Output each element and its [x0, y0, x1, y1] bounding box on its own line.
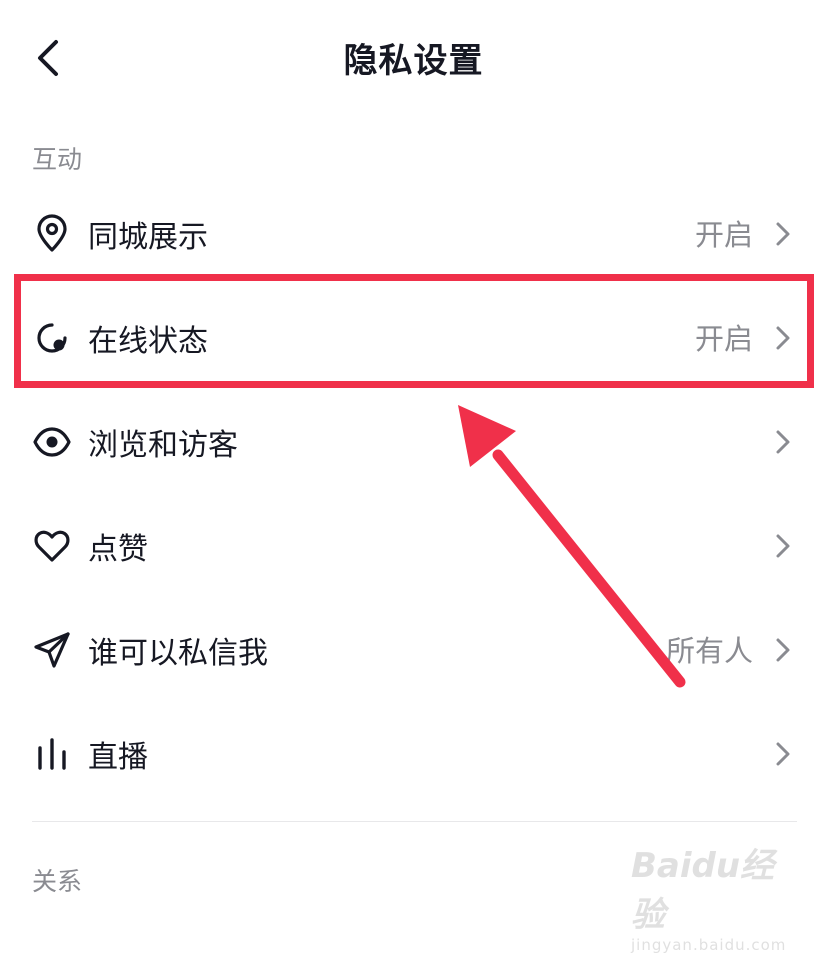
row-label: 直播 — [88, 740, 148, 775]
watermark-sub-text: jingyan.baidu.com — [631, 936, 787, 954]
row-live[interactable]: 直播 — [0, 702, 827, 806]
row-label: 浏览和访客 — [88, 428, 238, 463]
row-label: 谁可以私信我 — [88, 636, 268, 671]
chevron-right-icon — [773, 740, 793, 768]
row-value: 开启 — [694, 322, 753, 356]
eye-icon — [32, 422, 72, 462]
section-label-relations: 关系 — [32, 867, 83, 896]
baidu-watermark-logo: Baidu经验 jingyan.baidu.com — [631, 838, 785, 954]
row-likes[interactable]: 点赞 — [0, 494, 827, 598]
row-label: 点赞 — [88, 532, 148, 567]
location-pin-icon — [32, 214, 72, 254]
watermark-main-text: Baidu经验 — [631, 846, 775, 935]
heart-icon — [32, 526, 72, 566]
row-views-visitors[interactable]: 浏览和访客 — [0, 390, 827, 494]
paper-plane-icon — [32, 630, 72, 670]
row-online-status[interactable]: 在线状态 开启 — [0, 286, 827, 390]
chevron-right-icon — [773, 636, 793, 664]
chevron-right-icon — [773, 428, 793, 456]
section-label-interaction: 互动 — [32, 145, 83, 174]
page-title: 隐私设置 — [343, 41, 484, 81]
header: 隐私设置 — [0, 0, 827, 115]
row-label: 同城展示 — [88, 220, 208, 255]
chevron-right-icon — [773, 220, 793, 248]
chevron-right-icon — [773, 532, 793, 560]
row-value: 开启 — [694, 218, 753, 252]
live-bars-icon — [32, 734, 72, 774]
online-status-icon — [32, 318, 72, 358]
chevron-right-icon — [773, 324, 793, 352]
row-label: 在线状态 — [88, 324, 208, 359]
row-who-can-message[interactable]: 谁可以私信我 所有人 — [0, 598, 827, 702]
section-divider — [32, 821, 797, 822]
row-local-display[interactable]: 同城展示 开启 — [0, 182, 827, 286]
row-value: 所有人 — [665, 634, 753, 668]
